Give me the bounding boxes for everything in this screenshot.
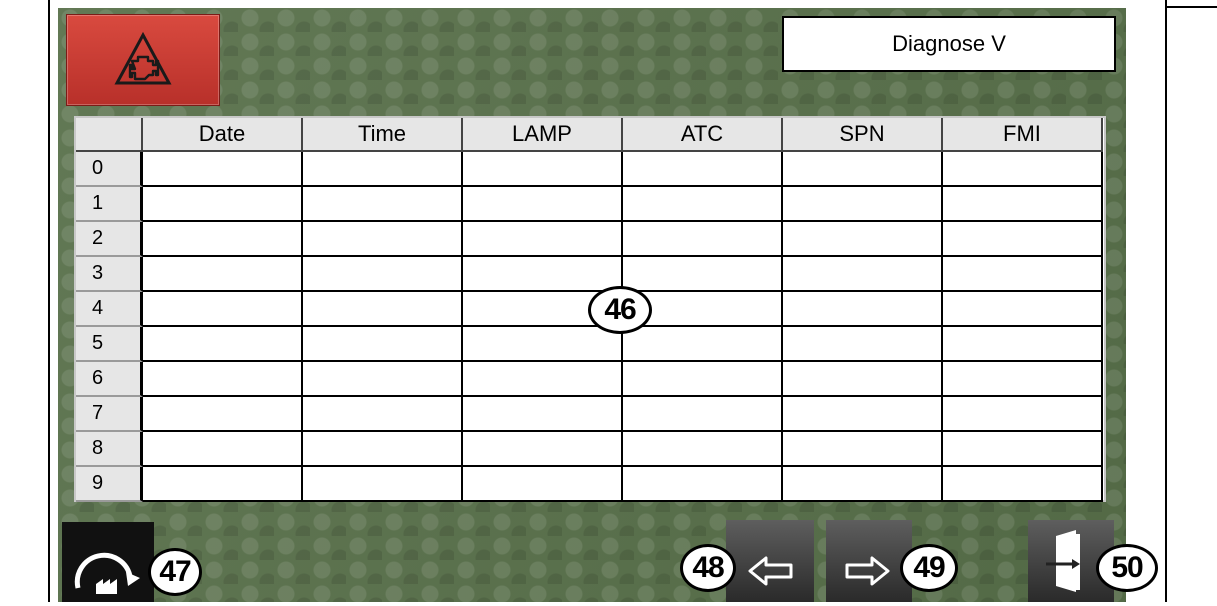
column-header-spn: SPN (783, 118, 943, 152)
table-cell[interactable] (303, 152, 463, 187)
table-cell[interactable] (463, 152, 623, 187)
table-cell[interactable] (783, 152, 943, 187)
table-cell[interactable] (143, 257, 303, 292)
exit-door-icon (1046, 530, 1080, 592)
table-corner-cell (76, 118, 143, 152)
table-cell[interactable] (943, 327, 1103, 362)
row-header: 2 (76, 222, 143, 257)
callout-reset: 47 (148, 548, 202, 596)
row-header: 0 (76, 152, 143, 187)
table-cell[interactable] (463, 257, 623, 292)
row-header: 8 (76, 432, 143, 467)
row-header: 9 (76, 467, 143, 502)
table-cell[interactable] (783, 222, 943, 257)
table-cell[interactable] (943, 432, 1103, 467)
table-cell[interactable] (943, 187, 1103, 222)
engine-warning-icon (114, 31, 172, 85)
table-cell[interactable] (463, 362, 623, 397)
table-cell[interactable] (143, 362, 303, 397)
table-cell[interactable] (303, 432, 463, 467)
table-cell[interactable] (623, 327, 783, 362)
table-cell[interactable] (303, 362, 463, 397)
table-cell[interactable] (463, 467, 623, 502)
table-cell[interactable] (783, 397, 943, 432)
table-cell[interactable] (623, 397, 783, 432)
row-header: 5 (76, 327, 143, 362)
previous-page-button[interactable] (726, 520, 814, 602)
row-header: 6 (76, 362, 143, 397)
table-cell[interactable] (623, 222, 783, 257)
table-cell[interactable] (623, 362, 783, 397)
table-cell[interactable] (943, 362, 1103, 397)
row-header: 7 (76, 397, 143, 432)
table-cell[interactable] (303, 187, 463, 222)
column-header-fmi: FMI (943, 118, 1103, 152)
factory-reset-icon (74, 552, 140, 594)
table-cell[interactable] (623, 257, 783, 292)
table-cell[interactable] (943, 292, 1103, 327)
frame-border-left (48, 0, 50, 602)
table-cell[interactable] (783, 187, 943, 222)
table-cell[interactable] (943, 257, 1103, 292)
table-cell[interactable] (463, 432, 623, 467)
table-cell[interactable] (303, 257, 463, 292)
table-cell[interactable] (143, 152, 303, 187)
table-cell[interactable] (143, 327, 303, 362)
table-cell[interactable] (943, 152, 1103, 187)
arrow-left-icon (748, 556, 793, 586)
callout-next: 49 (900, 544, 958, 592)
column-header-date: Date (143, 118, 303, 152)
table-cell[interactable] (623, 187, 783, 222)
table-cell[interactable] (303, 327, 463, 362)
engine-warning-button[interactable] (66, 14, 220, 106)
column-header-lamp: LAMP (463, 118, 623, 152)
factory-reset-button[interactable] (62, 522, 154, 602)
table-cell[interactable] (303, 397, 463, 432)
table-cell[interactable] (783, 432, 943, 467)
callout-exit: 50 (1096, 544, 1158, 592)
table-cell[interactable] (143, 467, 303, 502)
table-cell[interactable] (143, 222, 303, 257)
table-cell[interactable] (943, 397, 1103, 432)
row-header: 3 (76, 257, 143, 292)
column-header-atc: ATC (623, 118, 783, 152)
table-cell[interactable] (303, 222, 463, 257)
table-cell[interactable] (463, 187, 623, 222)
table-cell[interactable] (143, 397, 303, 432)
table-cell[interactable] (463, 397, 623, 432)
arrow-right-icon (845, 556, 890, 586)
table-cell[interactable] (783, 467, 943, 502)
table-cell[interactable] (143, 187, 303, 222)
table-cell[interactable] (143, 292, 303, 327)
row-header: 4 (76, 292, 143, 327)
page-title: Diagnose V (782, 16, 1116, 72)
row-header: 1 (76, 187, 143, 222)
table-cell[interactable] (463, 327, 623, 362)
callout-previous: 48 (680, 544, 736, 592)
table-cell[interactable] (783, 362, 943, 397)
callout-table: 46 (588, 286, 652, 334)
table-cell[interactable] (303, 467, 463, 502)
table-cell[interactable] (143, 432, 303, 467)
table-cell[interactable] (303, 292, 463, 327)
table-cell[interactable] (943, 467, 1103, 502)
table-cell[interactable] (943, 222, 1103, 257)
table-cell[interactable] (783, 327, 943, 362)
table-cell[interactable] (463, 222, 623, 257)
table-cell[interactable] (623, 152, 783, 187)
column-header-time: Time (303, 118, 463, 152)
frame-border-top (1165, 6, 1217, 8)
table-cell[interactable] (783, 257, 943, 292)
table-cell[interactable] (783, 292, 943, 327)
frame-border-right (1165, 0, 1167, 602)
table-cell[interactable] (623, 432, 783, 467)
next-page-button[interactable] (826, 520, 912, 602)
table-cell[interactable] (623, 467, 783, 502)
